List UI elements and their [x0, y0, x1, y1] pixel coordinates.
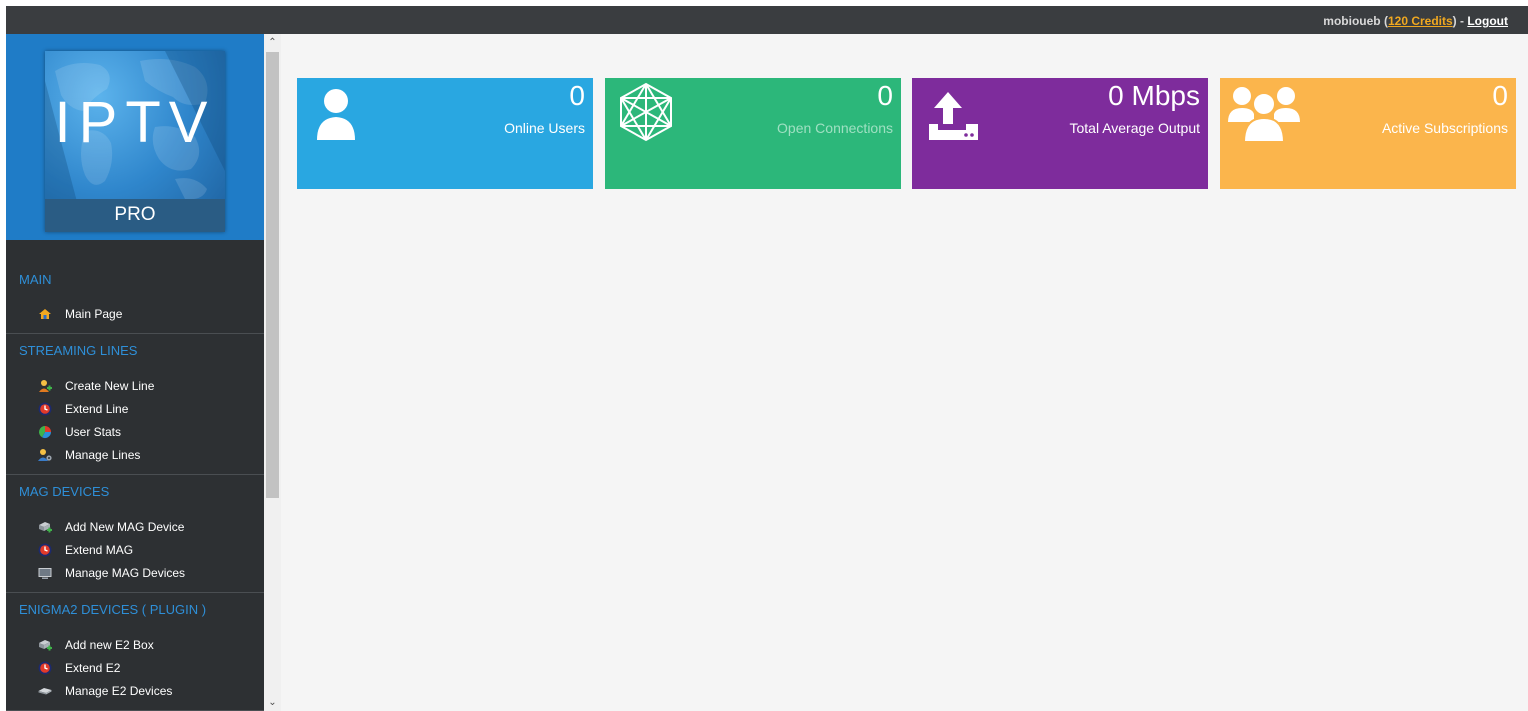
- add-device-icon: [39, 521, 52, 532]
- logout-link[interactable]: Logout: [1467, 14, 1508, 28]
- sidebar-item-label: Create New Line: [65, 378, 155, 393]
- menu-section-mag-devices: MAG DEVICES Add New MAG Device Extend MA…: [6, 475, 264, 593]
- section-title-main: MAIN: [19, 272, 52, 287]
- sidebar-item-manage-lines[interactable]: Manage Lines: [6, 443, 264, 466]
- tile-label: Open Connections: [777, 120, 893, 136]
- sidebar-scrollbar[interactable]: ⌃ ⌄: [264, 34, 281, 711]
- add-device-icon: [39, 639, 52, 650]
- tile-online-users[interactable]: 0 Online Users: [297, 78, 593, 189]
- scroll-up-arrow-icon[interactable]: ⌃: [264, 34, 281, 51]
- tile-value: 0: [877, 80, 893, 111]
- sidebar-item-create-new-line[interactable]: Create New Line: [6, 374, 264, 397]
- credits-close: ) -: [1452, 14, 1468, 28]
- sidebar-item-label: Extend MAG: [65, 542, 134, 557]
- sidebar-item-extend-line[interactable]: Extend Line: [6, 397, 264, 420]
- sidebar-item-add-new-mag-device[interactable]: Add New MAG Device: [6, 515, 264, 538]
- sidebar-item-extend-e2[interactable]: Extend E2: [6, 656, 264, 679]
- sidebar-item-user-stats[interactable]: User Stats: [6, 420, 264, 443]
- section-title-enigma2-devices: ENIGMA2 DEVICES ( PLUGIN ): [19, 602, 207, 617]
- user-icon: [317, 89, 355, 140]
- iptv-pro-logo: IPTV PRO: [45, 51, 225, 232]
- sidebar-menu: MAIN Main Page STREAMING LINES Create Ne…: [6, 240, 264, 711]
- section-title-mag-devices: MAG DEVICES: [19, 484, 110, 499]
- app-frame: mobioueb (120 Credits) - Logout IPTV PRO…: [6, 6, 1528, 711]
- menu-section-main: MAIN Main Page: [6, 240, 264, 334]
- home-icon: [39, 308, 51, 319]
- user-info: mobioueb (120 Credits) - Logout: [1323, 14, 1508, 28]
- credits-open: (: [1380, 14, 1388, 28]
- username: mobioueb: [1323, 14, 1381, 28]
- sidebar-item-label: Manage Lines: [65, 447, 141, 462]
- sidebar-item-label: Extend E2: [65, 660, 121, 675]
- top-bar: mobioueb (120 Credits) - Logout: [6, 6, 1528, 34]
- sidebar-item-extend-mag[interactable]: Extend MAG: [6, 538, 264, 561]
- logo-subtitle: PRO: [114, 204, 156, 225]
- tile-label: Online Users: [504, 120, 585, 136]
- sidebar-item-main-page[interactable]: Main Page: [6, 302, 264, 325]
- logo-title: IPTV: [54, 90, 216, 155]
- sidebar-item-label: Extend Line: [65, 401, 129, 416]
- upload-icon: [929, 92, 978, 140]
- sidebar-item-label: Main Page: [65, 306, 123, 321]
- add-user-icon: [39, 379, 52, 392]
- scroll-down-arrow-icon[interactable]: ⌄: [264, 694, 281, 711]
- logo-area: IPTV PRO: [6, 34, 264, 240]
- tile-active-subscriptions[interactable]: 0 Active Subscriptions: [1220, 78, 1516, 189]
- tile-value: 0 Mbps: [1108, 80, 1200, 111]
- sidebar-item-label: Manage MAG Devices: [65, 565, 186, 580]
- user-gear-icon: [38, 448, 52, 461]
- sidebar-item-manage-e2-devices[interactable]: Manage E2 Devices: [6, 679, 264, 702]
- tile-total-average-output[interactable]: 0 Mbps Total Average Output: [912, 78, 1208, 189]
- tile-open-connections[interactable]: 0 Open Connections: [605, 78, 901, 189]
- clock-icon: [38, 402, 52, 415]
- sidebar-item-label: User Stats: [65, 424, 122, 439]
- sidebar-item-label: Add new E2 Box: [65, 637, 154, 652]
- menu-section-streaming-lines: STREAMING LINES Create New Line Extend L…: [6, 334, 264, 475]
- sidebar-item-add-new-e2-box[interactable]: Add new E2 Box: [6, 633, 264, 656]
- tile-value: 0: [1492, 80, 1508, 111]
- tile-label: Active Subscriptions: [1381, 120, 1508, 136]
- sidebar-item-label: Manage E2 Devices: [65, 683, 173, 698]
- sidebar: IPTV PRO MAIN Main Page STREAMING LINES …: [6, 34, 264, 711]
- tile-value: 0: [569, 80, 585, 111]
- pie-chart-icon: [38, 425, 51, 438]
- users-group-icon: [1228, 87, 1300, 143]
- section-title-streaming-lines: STREAMING LINES: [19, 343, 138, 358]
- scrollbar-thumb[interactable]: [266, 52, 279, 498]
- clock-icon: [38, 661, 52, 674]
- tile-label: Total Average Output: [1069, 120, 1201, 136]
- sidebar-item-label: Add New MAG Device: [65, 519, 185, 534]
- network-icon: [620, 82, 672, 142]
- clock-icon: [38, 543, 52, 556]
- menu-section-enigma2-devices: ENIGMA2 DEVICES ( PLUGIN ) Add new E2 Bo…: [6, 593, 264, 711]
- sidebar-item-manage-mag-devices[interactable]: Manage MAG Devices: [6, 561, 264, 584]
- credits-link[interactable]: 120 Credits: [1388, 14, 1453, 28]
- device-icon: [38, 687, 52, 694]
- monitor-icon: [38, 567, 52, 579]
